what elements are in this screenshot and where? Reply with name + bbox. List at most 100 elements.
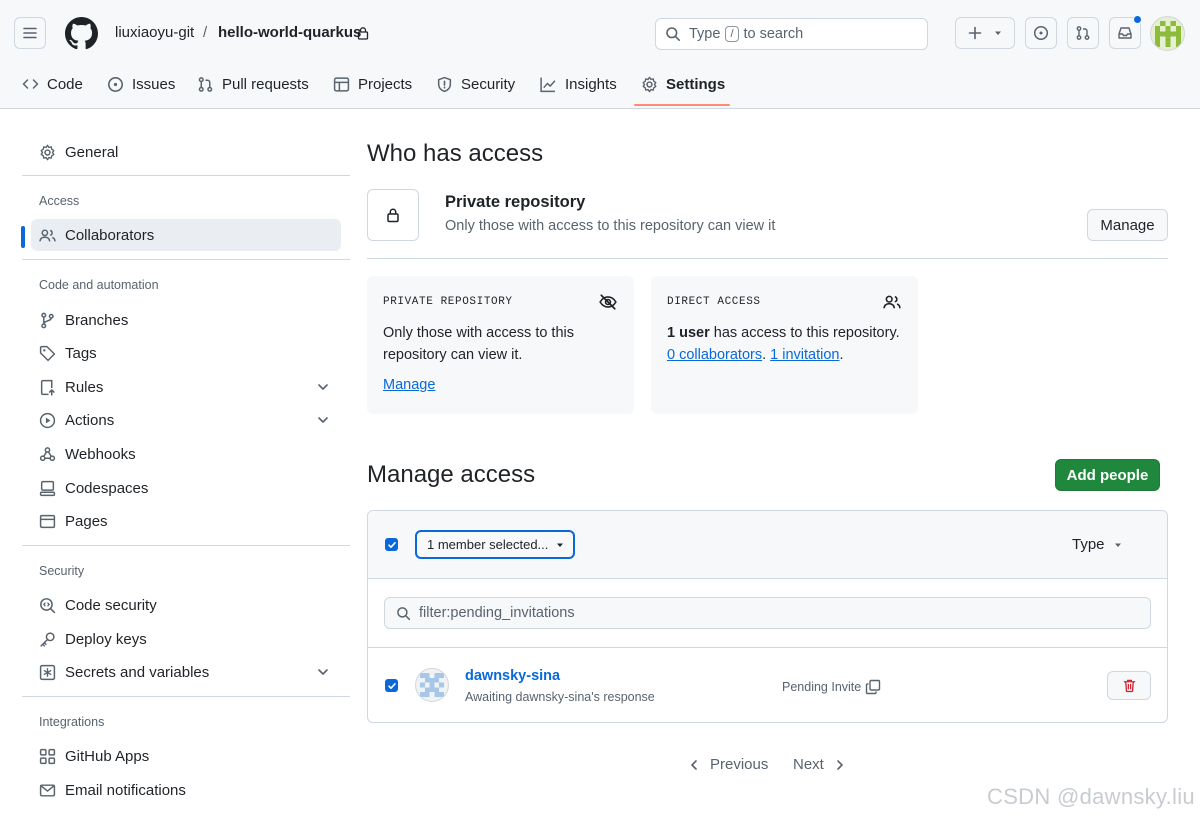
create-new-button[interactable]	[955, 17, 1015, 49]
card-heading: PRIVATE REPOSITORY	[383, 296, 513, 308]
three-bars-icon	[23, 27, 37, 39]
sidebar-divider	[22, 259, 350, 260]
collaborators-link[interactable]: 0 collaborators	[667, 347, 762, 363]
invitation-link[interactable]: 1 invitation	[770, 347, 839, 363]
tab-projects[interactable]: Projects	[333, 66, 412, 102]
manage-visibility-button[interactable]: Manage	[1087, 209, 1168, 241]
user-avatar[interactable]	[1150, 16, 1185, 51]
sidebar-item-label: General	[65, 143, 119, 161]
chevron-down-icon[interactable]	[316, 380, 330, 394]
members-table-header: 1 member selected... Type	[368, 511, 1167, 579]
tab-pull-requests[interactable]: Pull requests	[197, 66, 309, 102]
sidebar-divider	[22, 175, 350, 176]
check-icon	[387, 682, 396, 689]
copy-icon[interactable]	[865, 679, 881, 695]
sidebar-item-label: Secrets and variables	[65, 663, 210, 681]
manage-link[interactable]: Manage	[383, 377, 435, 393]
graph-icon	[540, 77, 556, 92]
chevron-down-icon[interactable]	[316, 413, 330, 427]
tab-insights[interactable]: Insights	[539, 66, 617, 102]
tab-settings-label: Settings	[666, 75, 726, 93]
gear-icon	[642, 76, 657, 92]
type-filter-dropdown[interactable]: Type	[1072, 536, 1123, 553]
triangle-down-icon	[557, 543, 564, 547]
remove-member-button[interactable]	[1107, 671, 1151, 700]
sidebar-item-github-apps[interactable]: GitHub Apps	[31, 740, 341, 772]
member-name-link[interactable]: dawnsky-sina	[465, 668, 560, 684]
tab-code[interactable]: Code	[22, 66, 83, 102]
codescan-icon	[40, 597, 56, 613]
sidebar-section-integrations: Integrations	[39, 715, 105, 729]
lock-icon	[357, 26, 369, 40]
pull-requests-shortcut-button[interactable]	[1067, 17, 1099, 49]
private-repo-description: Only those with access to this repositor…	[445, 218, 776, 234]
sidebar-item-label: Deploy keys	[65, 630, 147, 648]
search-input[interactable]: Type / to search	[655, 18, 928, 50]
sidebar-item-collaborators[interactable]: Collaborators	[31, 219, 341, 251]
add-people-button[interactable]: Add people	[1055, 459, 1160, 491]
pending-invite-badge: Pending Invite	[782, 679, 881, 695]
tab-pull-requests-label: Pull requests	[222, 75, 309, 93]
sidebar-item-tags[interactable]: Tags	[31, 337, 341, 369]
eye-closed-icon	[599, 294, 617, 310]
sidebar-item-label: Tags	[65, 344, 97, 362]
sidebar-item-general[interactable]: General	[31, 136, 341, 168]
tab-security[interactable]: Security	[436, 66, 515, 102]
sidebar-item-label: GitHub Apps	[65, 747, 150, 765]
direct-access-text: has access to this repository.	[709, 325, 900, 341]
sidebar-item-webhooks[interactable]: Webhooks	[31, 438, 341, 470]
card-text: 1 user has access to this repository. 0 …	[667, 322, 907, 366]
search-icon	[666, 27, 680, 41]
owner-link[interactable]: liuxiaoyu-git	[115, 24, 194, 41]
github-logo-icon[interactable]	[65, 17, 98, 50]
hamburger-menu-button[interactable]	[14, 17, 46, 49]
tab-issues[interactable]: Issues	[107, 66, 175, 102]
sidebar-item-pages[interactable]: Pages	[31, 505, 341, 537]
sidebar-item-label: Collaborators	[65, 226, 155, 244]
bulk-action-select[interactable]: 1 member selected...	[415, 530, 575, 559]
private-repo-lock-box	[367, 189, 419, 241]
card-heading: DIRECT ACCESS	[667, 296, 761, 308]
repo-name-link[interactable]: hello-world-quarkus	[218, 24, 361, 41]
issues-shortcut-button[interactable]	[1025, 17, 1057, 49]
tab-code-label: Code	[47, 75, 83, 93]
member-avatar[interactable]	[415, 668, 449, 702]
type-filter-label: Type	[1072, 536, 1105, 553]
member-checkbox[interactable]	[385, 679, 398, 692]
sidebar-item-secrets-and-variables[interactable]: Secrets and variables	[31, 656, 341, 688]
sidebar-item-rules[interactable]: Rules	[31, 371, 341, 403]
tab-settings[interactable]: Settings	[641, 66, 725, 102]
play-icon	[39, 412, 56, 428]
code-icon	[22, 79, 39, 89]
sidebar-item-code-security[interactable]: Code security	[31, 589, 341, 621]
repo-header: liuxiaoyu-git / hello-world-quarkus Type…	[0, 0, 1200, 109]
breadcrumb-separator: /	[203, 24, 208, 41]
selected-count-label: 1 member selected...	[427, 537, 549, 552]
sidebar-item-label: Actions	[65, 411, 115, 429]
period: .	[762, 347, 767, 363]
shield-icon	[437, 76, 452, 92]
next-page-button[interactable]: Next	[793, 756, 846, 773]
sidebar-divider	[22, 696, 350, 697]
tab-insights-label: Insights	[565, 75, 617, 93]
select-all-checkbox[interactable]	[385, 538, 398, 551]
chevron-down-icon[interactable]	[316, 665, 330, 679]
previous-page-button[interactable]: Previous	[688, 756, 768, 773]
sidebar-item-label: Rules	[65, 378, 104, 396]
sidebar-item-email-notifications[interactable]: Email notifications	[31, 774, 341, 806]
sidebar-item-label: Email notifications	[65, 781, 186, 799]
filter-value: filter:pending_invitations	[419, 605, 575, 621]
sidebar-item-actions[interactable]: Actions	[31, 404, 341, 436]
section-divider	[367, 258, 1168, 259]
sidebar-item-codespaces[interactable]: Codespaces	[31, 472, 341, 504]
sidebar-item-branches[interactable]: Branches	[31, 304, 341, 336]
sidebar-item-label: Code security	[65, 596, 157, 614]
issue-opened-icon	[108, 76, 123, 92]
issue-opened-icon	[1033, 25, 1049, 41]
member-filter-input[interactable]: filter:pending_invitations	[384, 597, 1151, 629]
sidebar-item-deploy-keys[interactable]: Deploy keys	[31, 623, 341, 655]
browser-icon	[39, 514, 56, 528]
user-count: 1 user	[667, 325, 710, 341]
manage-access-title: Manage access	[367, 461, 536, 488]
gear-icon	[40, 144, 55, 160]
